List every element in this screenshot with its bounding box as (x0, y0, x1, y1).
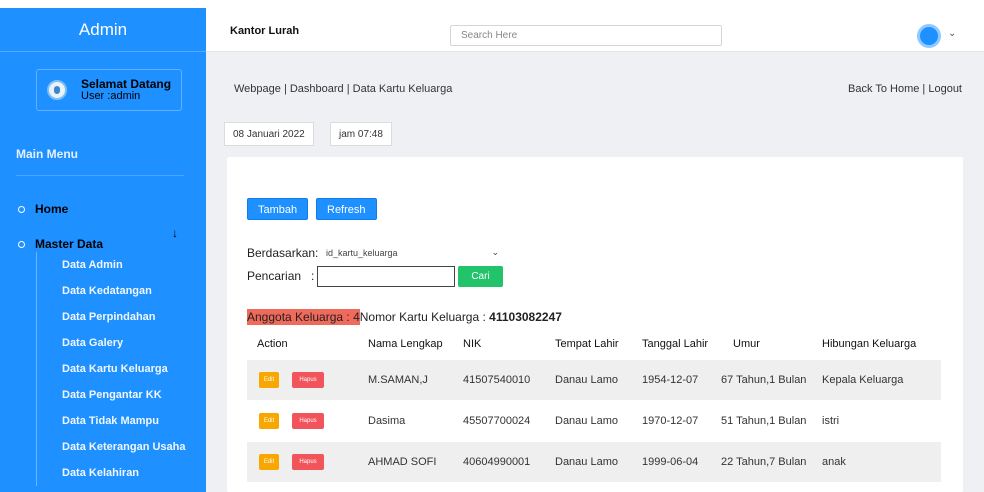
top-frame (0, 0, 984, 8)
back-logout-links[interactable]: Back To Home | Logout (848, 83, 962, 95)
cell-tanggal: 1970-12-07 (642, 415, 699, 427)
arrow-down-icon[interactable]: ↓ (172, 226, 178, 240)
filter-value: id_kartu_keluarga (326, 248, 398, 258)
sidebar-subitem[interactable]: Data Kelahiran (37, 460, 206, 486)
profile-avatar-icon[interactable] (917, 24, 941, 48)
table-row: Edit Hapus Dasima 45507700024 Danau Lamo… (247, 401, 941, 441)
nomor-value: 41103082247 (489, 310, 562, 324)
welcome-title: Selamat Datang (81, 77, 172, 91)
cell-hubungan: Kepala Keluarga (822, 374, 904, 386)
master-data-submenu: Data Admin Data Kedatangan Data Perpinda… (36, 252, 206, 486)
col-header: NIK (463, 338, 482, 350)
sidebar-item-label: Master Data (35, 237, 104, 251)
welcome-user: User :admin (81, 90, 141, 102)
cell-tempat: Danau Lamo (555, 456, 618, 468)
col-header: Hibungan Keluarga (822, 338, 917, 350)
cell-nik: 41507540010 (463, 374, 531, 386)
filter-label: Berdasarkan: (247, 246, 319, 260)
search-input[interactable]: Search Here (450, 25, 722, 46)
refresh-button[interactable]: Refresh (316, 198, 377, 220)
welcome-card: Selamat Datang User :admin (36, 69, 182, 111)
cell-umur: 51 Tahun,1 Bulan (721, 415, 807, 427)
user-avatar-icon (47, 80, 67, 100)
sidebar-subitem[interactable]: Data Perpindahan (37, 304, 206, 330)
brand-title[interactable]: Admin (0, 8, 206, 52)
cell-nama: M.SAMAN,J (368, 374, 428, 386)
cell-nik: 45507700024 (463, 415, 531, 427)
cell-hubungan: anak (822, 456, 846, 468)
cell-umur: 67 Tahun,1 Bulan (721, 374, 807, 386)
sidebar-subitem[interactable]: Data Kedatangan (37, 278, 206, 304)
sidebar-subitem[interactable]: Data Admin (37, 252, 206, 278)
col-header: Umur (733, 338, 760, 350)
cell-umur: 22 Tahun,7 Bulan (721, 456, 807, 468)
search-label: Pencarian (247, 269, 302, 283)
anggota-badge: Anggota Keluarga : 4 (247, 309, 360, 325)
sidebar-subitem[interactable]: Data Keterangan Usaha (37, 434, 206, 460)
main-menu-heading: Main Menu (16, 147, 184, 176)
bullet-icon (18, 240, 25, 248)
date-badge: 08 Januari 2022 (224, 122, 314, 146)
topbar: Kantor Lurah Search Here ⌄ (206, 8, 984, 52)
sidebar-item-home[interactable]: Home (18, 202, 68, 216)
edit-button[interactable]: Edit (259, 454, 279, 470)
kk-summary: Anggota Keluarga : 4Nomor Kartu Keluarga… (247, 309, 562, 325)
hapus-button[interactable]: Hapus (292, 413, 324, 429)
chevron-down-icon[interactable]: ⌄ (948, 28, 956, 39)
nomor-label: Nomor Kartu Keluarga : (359, 310, 490, 324)
app-title: Kantor Lurah (230, 25, 300, 37)
chevron-down-icon: ⌄ (491, 247, 499, 257)
sidebar-subitem[interactable]: Data Kartu Keluarga (37, 356, 206, 382)
col-header: Action (257, 338, 288, 350)
sidebar-item-label: Home (35, 202, 69, 216)
time-badge: jam 07:48 (330, 122, 392, 146)
col-header: Tanggal Lahir (642, 338, 709, 350)
sidebar-subitem[interactable]: Data Pengantar KK (37, 382, 206, 408)
col-header: Nama Lengkap (368, 338, 443, 350)
sidebar-subitem[interactable]: Data Tidak Mampu (37, 408, 206, 434)
col-header: Tempat Lahir (555, 338, 619, 350)
cari-button[interactable]: Cari (458, 266, 503, 287)
table-row: Edit Hapus AHMAD SOFI 40604990001 Danau … (247, 442, 941, 482)
breadcrumb[interactable]: Webpage | Dashboard | Data Kartu Keluarg… (234, 83, 452, 95)
cell-tanggal: 1999-06-04 (642, 456, 699, 468)
edit-button[interactable]: Edit (259, 413, 279, 429)
sidebar-subitem[interactable]: Data Galery (37, 330, 206, 356)
sidebar-item-master-data[interactable]: Master Data (18, 237, 103, 251)
cell-nama: Dasima (368, 415, 406, 427)
cell-nama: AHMAD SOFI (368, 456, 437, 468)
cell-tanggal: 1954-12-07 (642, 374, 699, 386)
cell-tempat: Danau Lamo (555, 415, 618, 427)
cell-tempat: Danau Lamo (555, 374, 618, 386)
search-colon: : (311, 269, 315, 283)
tambah-button[interactable]: Tambah (247, 198, 309, 220)
filter-select[interactable]: id_kartu_keluarga ⌄ (320, 245, 503, 263)
bullet-icon (18, 205, 25, 213)
search-field[interactable] (317, 266, 455, 287)
edit-button[interactable]: Edit (259, 372, 279, 388)
table-row: Edit Hapus M.SAMAN,J 41507540010 Danau L… (247, 360, 941, 400)
cell-nik: 40604990001 (463, 456, 531, 468)
hapus-button[interactable]: Hapus (292, 372, 324, 388)
cell-hubungan: istri (822, 415, 840, 427)
hapus-button[interactable]: Hapus (292, 454, 324, 470)
